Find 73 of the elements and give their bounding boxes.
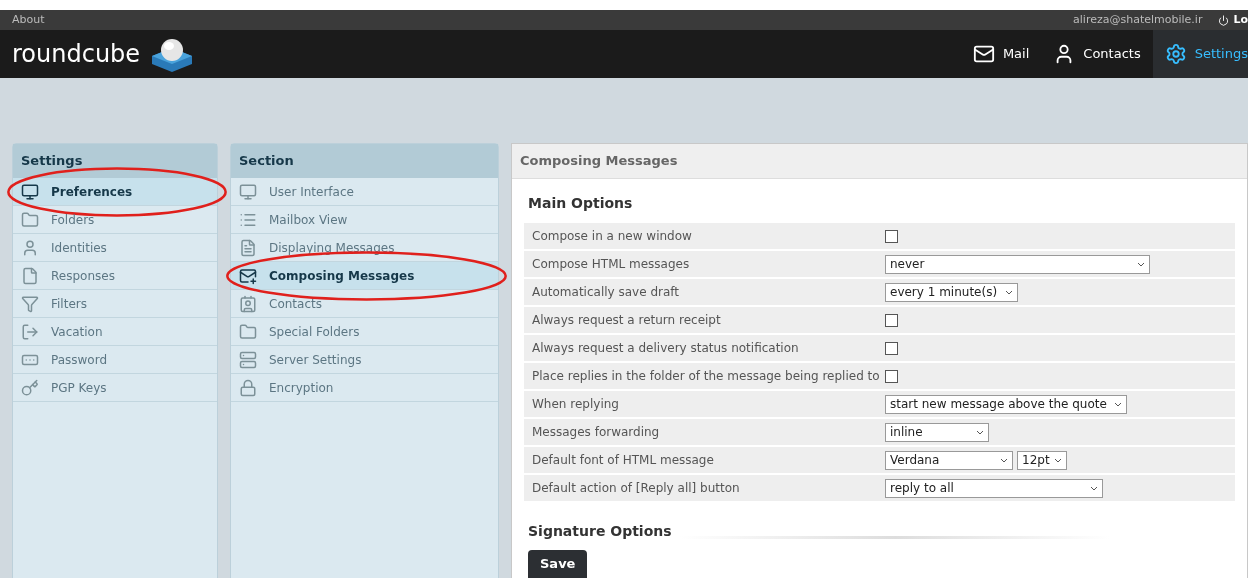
- list-item[interactable]: Composing Messages: [231, 262, 498, 290]
- checkbox[interactable]: [885, 313, 898, 327]
- filter-icon: [21, 294, 39, 313]
- lock-icon: [239, 378, 257, 397]
- nav-tab[interactable]: Settings: [1152, 30, 1248, 78]
- dropdown[interactable]: Verdana: [885, 450, 1013, 470]
- nav-tab[interactable]: Contacts: [1041, 30, 1153, 78]
- checkbox[interactable]: [885, 229, 898, 243]
- option-label: Always request a delivery status notification: [531, 340, 800, 357]
- option-label: When replying: [531, 396, 620, 413]
- chevron-icon: [1054, 457, 1062, 463]
- option-label: Always request a return receipt: [531, 312, 722, 329]
- list-item[interactable]: Password: [13, 346, 217, 374]
- folder-icon: [239, 322, 257, 341]
- option-label: Default action of [Reply all] button: [531, 480, 741, 497]
- dropdown[interactable]: reply to all: [885, 478, 1103, 498]
- option-label: Default font of HTML message: [531, 452, 715, 469]
- chevron-icon: [1090, 485, 1098, 491]
- dropdown[interactable]: never: [885, 254, 1150, 274]
- list-item[interactable]: Identities: [13, 234, 217, 262]
- list-item[interactable]: Mailbox View: [231, 206, 498, 234]
- chevron-icon: [1000, 457, 1008, 463]
- user-email: alireza@shatelmobile.ir: [1073, 11, 1203, 28]
- monitor-icon: [239, 182, 257, 201]
- contact-card-icon: [239, 294, 257, 313]
- chevron-icon: [976, 429, 984, 435]
- about-link[interactable]: About: [12, 11, 45, 29]
- panel-title: Section: [239, 152, 294, 171]
- section-heading: Signature Options: [528, 522, 672, 541]
- list-item[interactable]: Vacation: [13, 318, 217, 346]
- list-item[interactable]: Encryption: [231, 374, 498, 402]
- option-label: Compose in a new window: [531, 228, 693, 245]
- document-icon: [21, 266, 39, 285]
- logo-text: roundcube: [12, 39, 141, 70]
- power-icon: [1218, 14, 1230, 26]
- server-icon: [239, 350, 257, 369]
- list-item[interactable]: PGP Keys: [13, 374, 217, 402]
- section-heading: Main Options: [527, 194, 634, 213]
- logout-link[interactable]: Lo: [1218, 11, 1248, 29]
- envelope-plus-icon: [239, 266, 257, 285]
- dropdown[interactable]: 12pt: [1017, 450, 1067, 470]
- list-item[interactable]: Folders: [13, 206, 217, 234]
- document-icon: [239, 238, 257, 257]
- chevron-icon: [1005, 289, 1013, 295]
- chevron-icon: [1114, 401, 1122, 407]
- monitor-icon: [21, 182, 39, 201]
- list-item[interactable]: Responses: [13, 262, 217, 290]
- checkbox[interactable]: [885, 369, 898, 383]
- panel-title: Settings: [21, 152, 83, 171]
- option-label: Automatically save draft: [531, 284, 680, 301]
- envelope-icon: [972, 43, 995, 65]
- dropdown[interactable]: inline: [885, 422, 989, 442]
- option-label: Compose HTML messages: [531, 256, 691, 273]
- list-item[interactable]: Preferences: [13, 178, 217, 206]
- option-label: Place replies in the folder of the message being replied to: [531, 368, 881, 385]
- save-button[interactable]: Save: [528, 550, 588, 578]
- content-title: Composing Messages: [520, 152, 678, 171]
- list-item[interactable]: User Interface: [231, 178, 498, 206]
- gear-icon: [1164, 43, 1187, 65]
- folder-icon: [21, 210, 39, 229]
- chevron-icon: [1137, 261, 1145, 267]
- list-item[interactable]: Filters: [13, 290, 217, 318]
- person-icon: [21, 238, 39, 257]
- nav-tab[interactable]: Mail: [960, 30, 1042, 78]
- exit-icon: [21, 322, 39, 341]
- key-icon: [21, 378, 39, 397]
- list-item[interactable]: Contacts: [231, 290, 498, 318]
- list-item[interactable]: Server Settings: [231, 346, 498, 374]
- dropdown[interactable]: every 1 minute(s): [885, 282, 1018, 302]
- list-item[interactable]: Special Folders: [231, 318, 498, 346]
- option-label: Messages forwarding: [531, 424, 661, 441]
- dropdown[interactable]: start new message above the quote: [885, 394, 1127, 414]
- checkbox[interactable]: [885, 341, 898, 355]
